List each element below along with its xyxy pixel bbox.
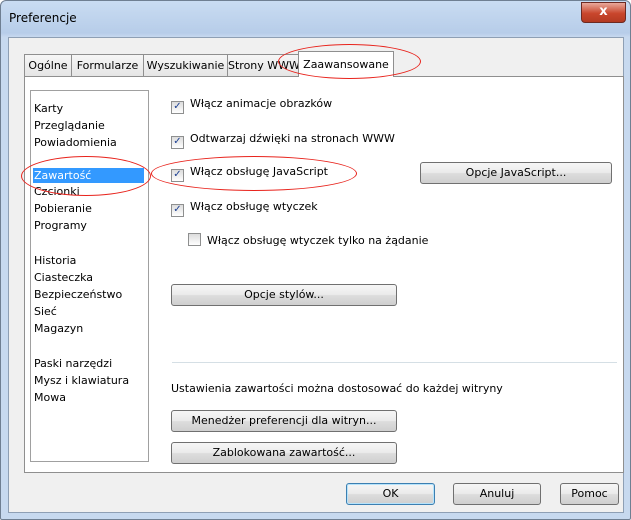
sidebar-item-przegladanie[interactable]: Przeglądanie <box>34 119 105 132</box>
style-options-button[interactable]: Opcje stylów... <box>171 284 397 306</box>
tab-formularze[interactable]: Formularze <box>71 54 144 76</box>
site-preferences-manager-button[interactable]: Menedżer preferencji dla witryn... <box>171 410 397 432</box>
sounds-label: Odtwarzaj dźwięki na stronach WWW <box>190 132 395 145</box>
annotation-ellipse-sidebar <box>21 156 151 196</box>
dialog-body: Ogólne Formularze Wyszukiwanie Strony WW… <box>8 37 624 513</box>
window-title: Preferencje <box>9 11 77 25</box>
plugins-label: Włącz obsługę wtyczek <box>190 200 318 213</box>
title-bar[interactable]: Preferencje x <box>1 1 630 37</box>
help-button[interactable]: Pomoc <box>560 483 619 505</box>
plugins-option[interactable]: ✓ Włącz obsługę wtyczek <box>171 200 318 217</box>
advanced-panel: Karty Przeglądanie Powiadomienia Zawarto… <box>24 76 624 473</box>
sounds-option[interactable]: ✓ Odtwarzaj dźwięki na stronach WWW <box>171 132 395 149</box>
sidebar-item-bezpieczenstwo[interactable]: Bezpieczeństwo <box>34 288 122 301</box>
plugins-checkbox[interactable]: ✓ <box>171 204 184 217</box>
sounds-checkbox[interactable]: ✓ <box>171 136 184 149</box>
separator <box>172 362 617 363</box>
sidebar-item-paski-narzedzi[interactable]: Paski narzędzi <box>34 357 112 370</box>
sidebar-item-powiadomienia[interactable]: Powiadomienia <box>34 136 117 149</box>
site-settings-info: Ustawienia zawartości można dostosować d… <box>171 382 503 395</box>
sidebar-item-programy[interactable]: Programy <box>34 219 87 232</box>
animations-label: Włącz animacje obrazków <box>190 97 333 110</box>
close-icon: x <box>599 4 608 19</box>
tab-label: Ogólne <box>28 59 68 72</box>
plugins-on-demand-label: Włącz obsługę wtyczek tylko na żądanie <box>207 234 429 247</box>
close-button[interactable]: x <box>581 2 626 23</box>
cancel-button[interactable]: Anuluj <box>453 483 541 505</box>
plugins-on-demand-option[interactable]: Włącz obsługę wtyczek tylko na żądanie <box>188 233 428 249</box>
javascript-options-button[interactable]: Opcje JavaScript... <box>420 162 612 184</box>
sidebar-item-siec[interactable]: Sieć <box>34 305 57 318</box>
tab-label: Wyszukiwanie <box>146 59 225 72</box>
annotation-ellipse-tab <box>278 44 421 79</box>
sidebar-item-mysz-i-klawiatura[interactable]: Mysz i klawiatura <box>34 374 129 387</box>
preferences-window: Preferencje x Ogólne Formularze Wyszukiw… <box>0 0 631 520</box>
animations-checkbox[interactable]: ✓ <box>171 101 184 114</box>
sidebar-item-ciasteczka[interactable]: Ciasteczka <box>34 271 93 284</box>
sidebar-item-karty[interactable]: Karty <box>34 102 63 115</box>
check-icon: ✓ <box>173 204 182 215</box>
category-list[interactable]: Karty Przeglądanie Powiadomienia Zawarto… <box>30 90 149 462</box>
sidebar-item-pobieranie[interactable]: Pobieranie <box>34 202 92 215</box>
check-icon: ✓ <box>173 101 182 112</box>
blocked-content-button[interactable]: Zablokowana zawartość... <box>171 442 397 464</box>
annotation-ellipse-javascript <box>151 156 357 191</box>
check-icon: ✓ <box>173 136 182 147</box>
sidebar-item-magazyn[interactable]: Magazyn <box>34 322 83 335</box>
tab-wyszukiwanie[interactable]: Wyszukiwanie <box>143 54 228 76</box>
sidebar-item-historia[interactable]: Historia <box>34 254 76 267</box>
ok-button[interactable]: OK <box>346 483 435 505</box>
sidebar-item-mowa[interactable]: Mowa <box>34 391 66 404</box>
animations-option[interactable]: ✓ Włącz animacje obrazków <box>171 97 333 114</box>
tab-label: Formularze <box>76 59 139 72</box>
tab-ogolne[interactable]: Ogólne <box>24 54 72 76</box>
plugins-on-demand-checkbox[interactable] <box>188 233 201 246</box>
